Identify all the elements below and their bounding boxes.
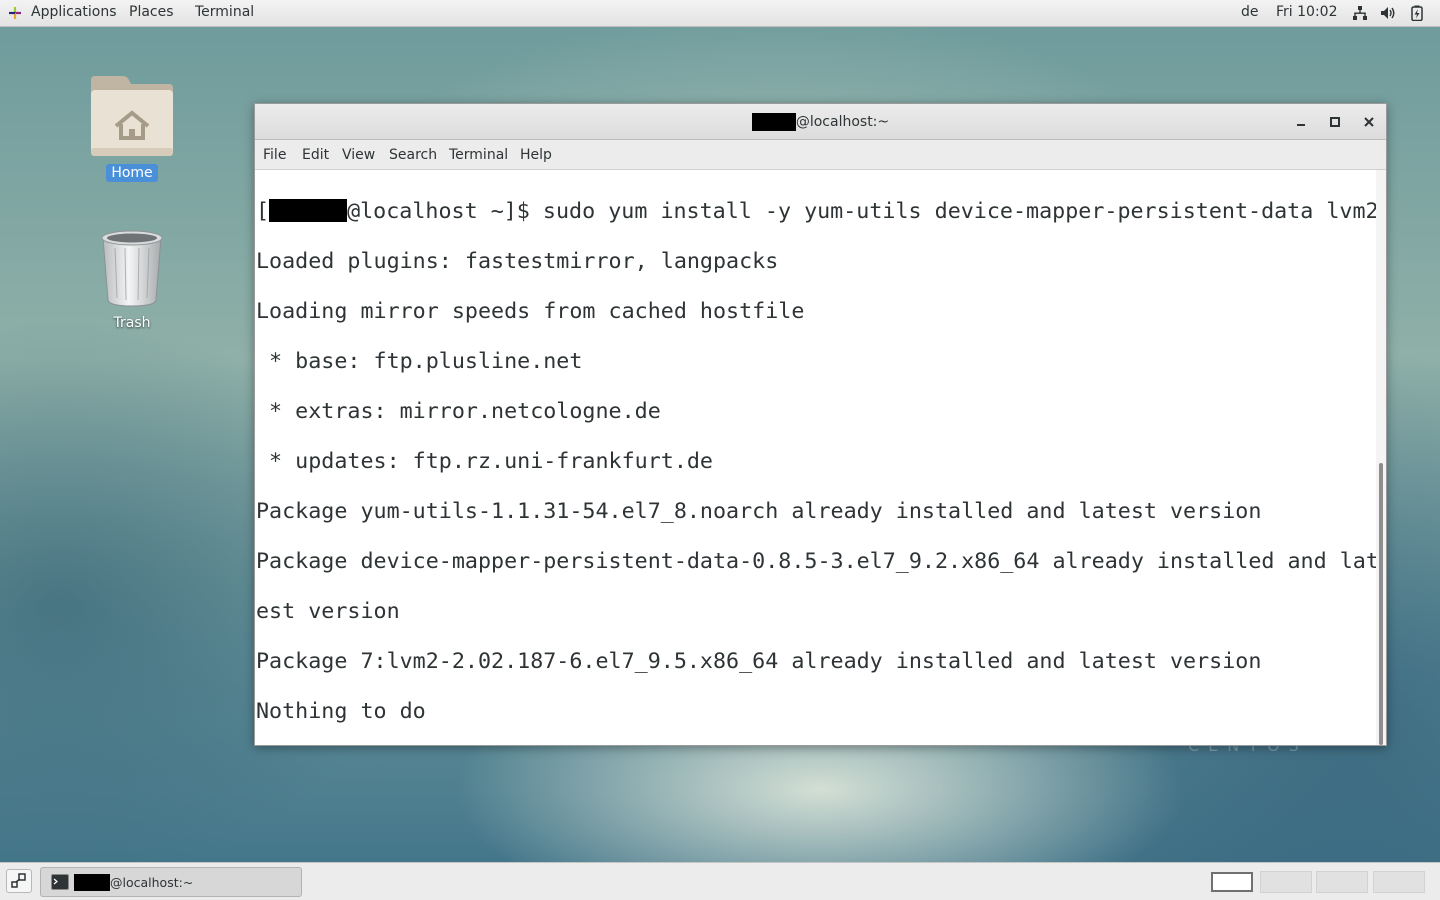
- taskbar-terminal-button[interactable]: @localhost:~: [40, 867, 302, 897]
- menu-help[interactable]: Help: [520, 147, 552, 163]
- trash-icon: [101, 230, 163, 307]
- terminal-line: est version: [256, 599, 400, 624]
- terminal-output[interactable]: [ @localhost ~]$ sudo yum install -y yum-…: [256, 170, 1376, 745]
- volume-icon[interactable]: [1380, 5, 1396, 21]
- terminal-line: * base: ftp.plusline.net: [256, 349, 583, 374]
- terminal-window: @localhost:~ File Edit View Search Termi…: [254, 103, 1387, 746]
- prompt-host: @localhost ~]$: [347, 199, 530, 224]
- clock[interactable]: Fri 10:02: [1276, 4, 1337, 20]
- terminal-scrollbar[interactable]: [1376, 170, 1386, 745]
- terminal-line: * updates: ftp.rz.uni-frankfurt.de: [256, 449, 713, 474]
- terminal-line: Package 7:lvm2-2.02.187-6.el7_9.5.x86_64…: [256, 649, 1262, 674]
- workspace-4[interactable]: [1373, 871, 1425, 893]
- home-folder-icon: [91, 76, 173, 156]
- workspace-3[interactable]: [1316, 871, 1368, 893]
- menu-edit[interactable]: Edit: [302, 147, 329, 163]
- terminal-line: Loading mirror speeds from cached hostfi…: [256, 299, 805, 324]
- window-title-text: @localhost:~: [795, 114, 890, 130]
- places-menu[interactable]: Places: [129, 4, 174, 20]
- terminal-line-command: [ @localhost ~]$ sudo yum install -y yum-…: [256, 199, 1376, 224]
- window-titlebar[interactable]: @localhost:~: [255, 104, 1386, 140]
- workspace-2[interactable]: [1260, 871, 1312, 893]
- workspace-1[interactable]: [1211, 872, 1253, 892]
- minimize-icon[interactable]: [1292, 113, 1310, 131]
- desktop-icon-trash[interactable]: Trash: [82, 228, 182, 332]
- scrollbar-thumb[interactable]: [1379, 463, 1383, 745]
- redacted-username: [269, 199, 348, 222]
- terminal-line: Nothing to do: [256, 699, 426, 724]
- network-icon[interactable]: [1352, 5, 1368, 21]
- applications-icon[interactable]: [7, 6, 23, 20]
- maximize-icon[interactable]: [1326, 113, 1344, 131]
- redacted-username: [751, 113, 796, 131]
- battery-icon[interactable]: [1409, 5, 1425, 21]
- close-icon[interactable]: [1360, 113, 1378, 131]
- terminal-line: Package yum-utils-1.1.31-54.el7_8.noarch…: [256, 499, 1262, 524]
- show-desktop-button[interactable]: [6, 869, 32, 893]
- command-text: sudo yum install -y yum-utils device-map…: [529, 199, 1376, 224]
- window-title: @localhost:~: [255, 113, 1386, 131]
- desktop-icon-label: Home: [106, 164, 158, 182]
- desktop-icon-home[interactable]: Home: [82, 74, 182, 182]
- menubar: File Edit View Search Terminal Help: [255, 140, 1386, 170]
- menu-search[interactable]: Search: [389, 147, 437, 163]
- applications-menu[interactable]: Applications: [31, 4, 117, 20]
- top-panel: Applications Places Terminal de Fri 10:0…: [0, 0, 1440, 27]
- show-desktop-icon: [11, 873, 26, 888]
- redacted-username: [74, 874, 110, 891]
- keyboard-layout-indicator[interactable]: de: [1241, 4, 1259, 20]
- prompt-bracket: [: [256, 199, 270, 224]
- desktop-icon-label: Trash: [113, 315, 151, 331]
- bottom-panel: @localhost:~: [0, 862, 1440, 900]
- menu-terminal[interactable]: Terminal: [449, 147, 508, 163]
- menu-view[interactable]: View: [342, 147, 375, 163]
- terminal-app-menu[interactable]: Terminal: [195, 4, 254, 20]
- terminal-icon: [51, 874, 69, 890]
- taskbar-terminal-label: @localhost:~: [110, 875, 194, 890]
- terminal-line: Package device-mapper-persistent-data-0.…: [256, 549, 1376, 574]
- terminal-line: * extras: mirror.netcologne.de: [256, 399, 661, 424]
- terminal-line: Loaded plugins: fastestmirror, langpacks: [256, 249, 779, 274]
- menu-file[interactable]: File: [263, 147, 286, 163]
